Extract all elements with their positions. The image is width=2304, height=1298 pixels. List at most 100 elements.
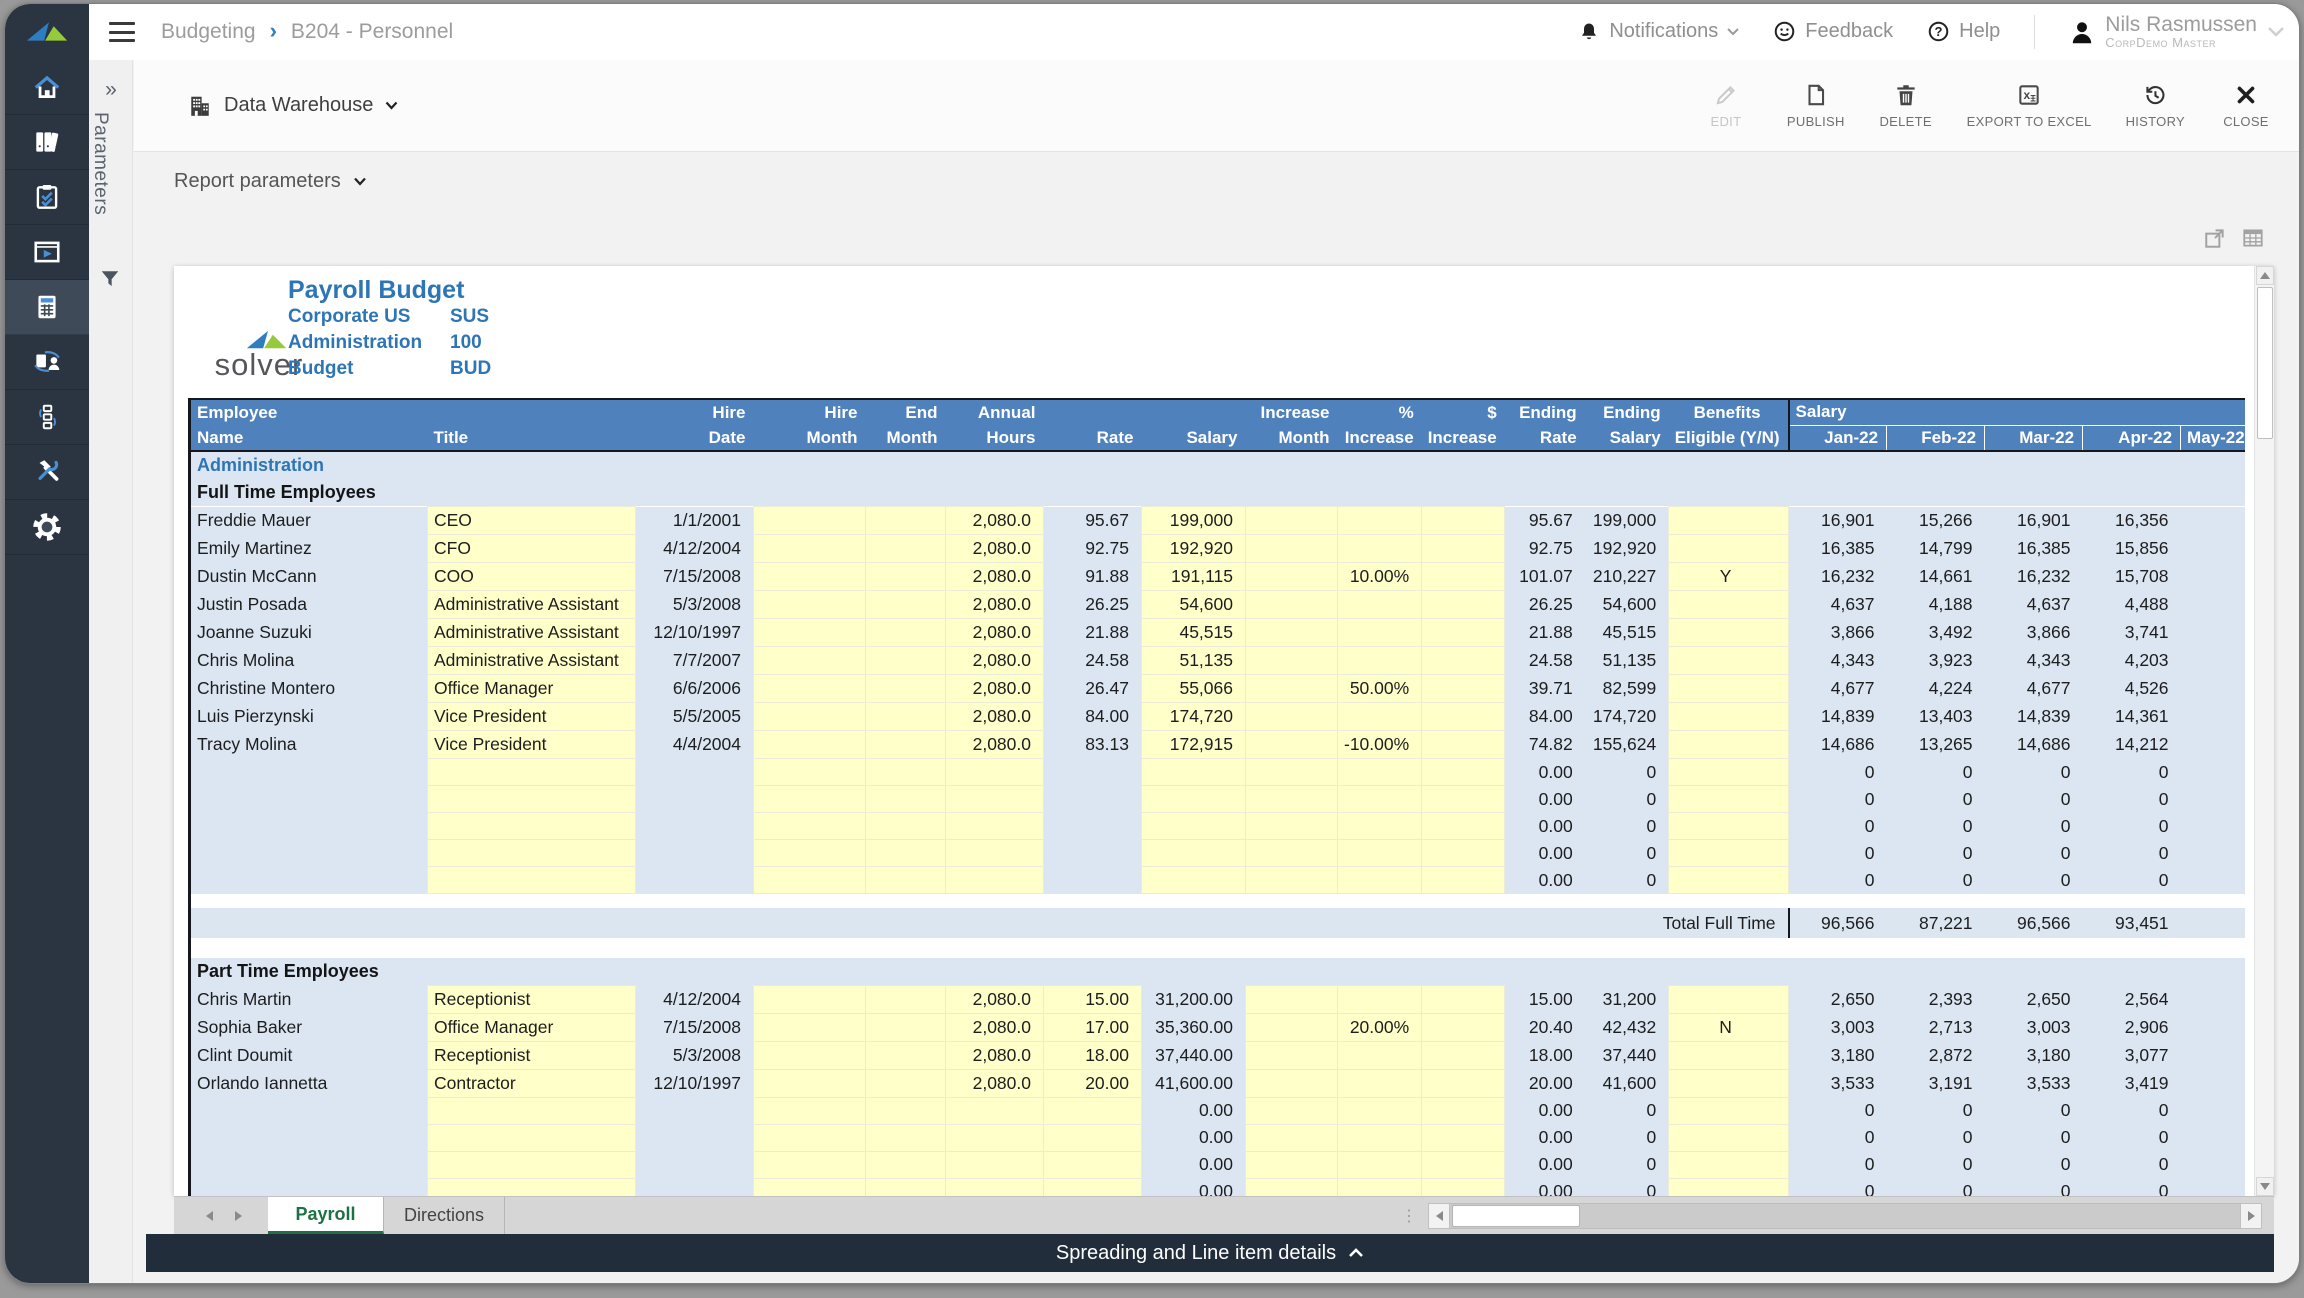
increase_month-cell[interactable] <box>1245 866 1338 894</box>
title-cell[interactable] <box>427 1177 636 1196</box>
increase_month-cell[interactable] <box>1245 534 1338 563</box>
delete-button[interactable]: DELETE <box>1879 82 1933 129</box>
data-warehouse-selector[interactable]: Data Warehouse <box>188 94 398 118</box>
pct_increase-cell[interactable] <box>1336 506 1423 535</box>
benefits_eligible-cell[interactable] <box>1668 618 1790 647</box>
rate-cell[interactable]: 18.00 <box>1043 1040 1142 1070</box>
resize-handle-icon[interactable]: ⋮ <box>1401 1206 1418 1226</box>
benefits_eligible-cell[interactable] <box>1668 758 1790 786</box>
rate-cell[interactable] <box>1043 1177 1142 1196</box>
annual_hours-cell[interactable]: 2,080.0 <box>945 534 1044 563</box>
export-to-excel-button[interactable]: x EXPORT TO EXCEL <box>1967 82 2092 129</box>
vertical-scrollbar[interactable] <box>2254 266 2274 1196</box>
dollar_increase-cell[interactable] <box>1421 646 1506 675</box>
end_month-cell[interactable] <box>865 730 946 759</box>
dollar_increase-cell[interactable] <box>1421 534 1506 563</box>
benefits_eligible-cell[interactable] <box>1668 1040 1790 1070</box>
benefits_eligible-cell[interactable] <box>1668 984 1790 1014</box>
increase_month-cell[interactable] <box>1245 702 1338 731</box>
dollar_increase-cell[interactable] <box>1421 1096 1506 1125</box>
tab-scroll-left-icon[interactable] <box>206 1210 213 1221</box>
increase_month-cell[interactable] <box>1245 984 1338 1014</box>
end_month-cell[interactable] <box>865 702 946 731</box>
benefits_eligible-cell[interactable] <box>1668 1096 1790 1125</box>
dollar_increase-cell[interactable] <box>1421 674 1506 703</box>
title-cell[interactable]: Receptionist <box>427 984 636 1014</box>
end_month-cell[interactable] <box>865 758 946 786</box>
dollar_increase-cell[interactable] <box>1421 1068 1506 1098</box>
title-cell[interactable]: CEO <box>427 506 636 535</box>
report-parameters-toggle[interactable]: Report parameters <box>134 152 367 210</box>
increase_month-cell[interactable] <box>1245 785 1338 813</box>
hire_month-cell[interactable] <box>753 1177 866 1196</box>
benefits_eligible-cell[interactable] <box>1668 1177 1790 1196</box>
annual_hours-cell[interactable] <box>945 1150 1044 1179</box>
help-button[interactable]: ? Help <box>1927 20 2000 43</box>
annual_hours-cell[interactable]: 2,080.0 <box>945 730 1044 759</box>
title-cell[interactable] <box>427 1123 636 1152</box>
benefits_eligible-cell[interactable] <box>1668 1068 1790 1098</box>
end_month-cell[interactable] <box>865 866 946 894</box>
increase_month-cell[interactable] <box>1245 812 1338 840</box>
pct_increase-cell[interactable] <box>1336 590 1423 619</box>
salary-cell[interactable]: 51,135 <box>1141 646 1246 675</box>
salary-cell[interactable] <box>1141 785 1246 813</box>
annual_hours-cell[interactable] <box>945 785 1044 813</box>
increase_month-cell[interactable] <box>1245 730 1338 759</box>
sidebar-item-home[interactable] <box>5 60 89 115</box>
hire_month-cell[interactable] <box>753 984 866 1014</box>
title-cell[interactable] <box>427 785 636 813</box>
pct_increase-cell[interactable] <box>1336 1040 1423 1070</box>
dollar_increase-cell[interactable] <box>1421 785 1506 813</box>
increase_month-cell[interactable] <box>1245 562 1338 591</box>
sidebar-item-tools[interactable] <box>5 445 89 500</box>
salary-cell[interactable]: 55,066 <box>1141 674 1246 703</box>
title-cell[interactable] <box>427 1096 636 1125</box>
title-cell[interactable]: Vice President <box>427 702 636 731</box>
sidebar-item-tasks[interactable] <box>5 170 89 225</box>
benefits_eligible-cell[interactable] <box>1668 646 1790 675</box>
sidebar-item-archives[interactable] <box>5 115 89 170</box>
benefits_eligible-cell[interactable] <box>1668 866 1790 894</box>
pct_increase-cell[interactable] <box>1336 1068 1423 1098</box>
annual_hours-cell[interactable]: 2,080.0 <box>945 1040 1044 1070</box>
rate-cell[interactable]: 20.00 <box>1043 1068 1142 1098</box>
scroll-left-button[interactable] <box>1428 1202 1450 1229</box>
increase_month-cell[interactable] <box>1245 839 1338 867</box>
vertical-scroll-thumb[interactable] <box>2257 287 2273 439</box>
hire_month-cell[interactable] <box>753 866 866 894</box>
salary-cell[interactable]: 172,915 <box>1141 730 1246 759</box>
publish-button[interactable]: PUBLISH <box>1787 82 1845 129</box>
pct_increase-cell[interactable] <box>1336 702 1423 731</box>
increase_month-cell[interactable] <box>1245 1096 1338 1125</box>
pct_increase-cell[interactable] <box>1336 1150 1423 1179</box>
hire_month-cell[interactable] <box>753 562 866 591</box>
title-cell[interactable] <box>427 758 636 786</box>
increase_month-cell[interactable] <box>1245 1012 1338 1042</box>
hire_month-cell[interactable] <box>753 758 866 786</box>
hire_month-cell[interactable] <box>753 812 866 840</box>
title-cell[interactable]: Office Manager <box>427 1012 636 1042</box>
end_month-cell[interactable] <box>865 646 946 675</box>
pct_increase-cell[interactable]: 20.00% <box>1336 1012 1423 1042</box>
benefits_eligible-cell[interactable] <box>1668 1123 1790 1152</box>
end_month-cell[interactable] <box>865 562 946 591</box>
hire_month-cell[interactable] <box>753 702 866 731</box>
hire_month-cell[interactable] <box>753 839 866 867</box>
salary-cell[interactable]: 199,000 <box>1141 506 1246 535</box>
benefits_eligible-cell[interactable]: Y <box>1668 562 1790 591</box>
annual_hours-cell[interactable] <box>945 1123 1044 1152</box>
title-cell[interactable] <box>427 1150 636 1179</box>
annual_hours-cell[interactable] <box>945 839 1044 867</box>
benefits_eligible-cell[interactable] <box>1668 702 1790 731</box>
benefits_eligible-cell[interactable] <box>1668 785 1790 813</box>
sidebar-item-settings[interactable] <box>5 500 89 555</box>
dollar_increase-cell[interactable] <box>1421 730 1506 759</box>
title-cell[interactable]: Contractor <box>427 1068 636 1098</box>
dollar_increase-cell[interactable] <box>1421 506 1506 535</box>
dollar_increase-cell[interactable] <box>1421 1012 1506 1042</box>
title-cell[interactable]: Administrative Assistant <box>427 646 636 675</box>
title-cell[interactable]: Office Manager <box>427 674 636 703</box>
notifications-button[interactable]: Notifications <box>1578 20 1740 43</box>
pct_increase-cell[interactable] <box>1336 866 1423 894</box>
